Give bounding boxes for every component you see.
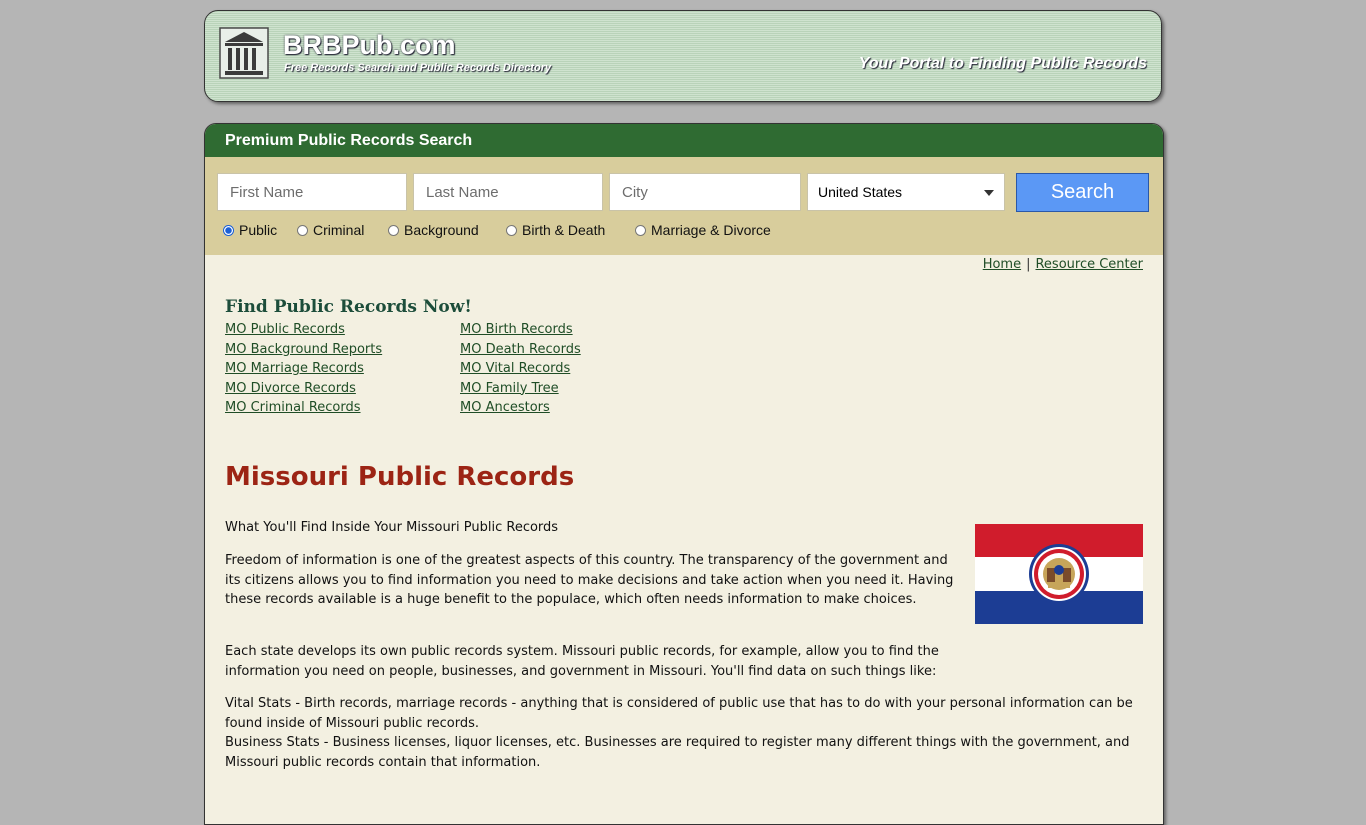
portal-slogan: Your Portal to Finding Public Records [858,55,1147,72]
search-button[interactable]: Search [1016,173,1149,212]
paragraph-vital-stats: Vital Stats - Birth records, marriage re… [225,696,1133,731]
radio-label: Birth & Death [522,222,606,238]
radio-label: Marriage & Divorce [651,222,771,238]
radio-label: Background [404,222,479,238]
country-select[interactable]: United States [807,173,1005,211]
radio-label: Criminal [313,222,365,238]
radio-dot-checked[interactable] [223,225,234,236]
link-mo-ancestors[interactable]: MO Ancestors [460,400,550,415]
top-nav-links: Home | Resource Center [983,257,1143,272]
intro-text: What You'll Find Inside Your Missouri Pu… [225,520,559,535]
paragraph-1: Freedom of information is one of the gre… [225,553,954,607]
radio-dot[interactable] [388,225,399,236]
link-mo-divorce-records[interactable]: MO Divorce Records [225,381,356,396]
paragraph-business-stats: Business Stats - Business licenses, liqu… [225,735,1130,770]
country-select-value: United States [818,184,903,200]
main-panel: Premium Public Records Search United Sta… [204,123,1164,825]
records-links-right: MO Birth Records MO Death Records MO Vit… [460,320,581,418]
radio-public[interactable]: Public [223,222,277,238]
link-mo-public-records[interactable]: MO Public Records [225,322,345,337]
radio-label: Public [239,222,278,238]
search-heading: Premium Public Records Search [205,124,1163,157]
brand-name[interactable]: BRBPub.com [283,30,456,61]
records-links-left: MO Public Records MO Background Reports … [225,320,382,418]
site-banner: BRBPub.com Free Records Search and Publi… [204,10,1162,102]
link-mo-marriage-records[interactable]: MO Marriage Records [225,361,364,376]
find-records-title: Find Public Records Now! [225,297,472,317]
link-mo-background-reports[interactable]: MO Background Reports [225,342,382,357]
search-form: United States Search Public Criminal Bac… [205,157,1163,255]
chevron-down-icon [984,190,994,196]
first-name-input[interactable] [217,173,407,211]
city-input[interactable] [609,173,801,211]
radio-marriage-divorce[interactable]: Marriage & Divorce [635,222,771,238]
resource-center-link[interactable]: Resource Center [1035,257,1143,272]
radio-dot[interactable] [635,225,646,236]
radio-dot[interactable] [506,225,517,236]
building-logo-icon[interactable] [219,27,269,79]
radio-birth-death[interactable]: Birth & Death [506,222,605,238]
missouri-flag-icon [975,524,1143,624]
link-mo-family-tree[interactable]: MO Family Tree [460,381,559,396]
brand-tagline: Free Records Search and Public Records D… [284,62,552,74]
home-link[interactable]: Home [983,257,1021,272]
page-title: Missouri Public Records [225,462,575,492]
last-name-input[interactable] [413,173,603,211]
link-mo-vital-records[interactable]: MO Vital Records [460,361,570,376]
nav-separator: | [1026,257,1031,272]
link-mo-criminal-records[interactable]: MO Criminal Records [225,400,361,415]
radio-background[interactable]: Background [388,222,479,238]
radio-dot[interactable] [297,225,308,236]
radio-criminal[interactable]: Criminal [297,222,364,238]
link-mo-birth-records[interactable]: MO Birth Records [460,322,573,337]
paragraph-2: Each state develops its own public recor… [225,644,939,679]
link-mo-death-records[interactable]: MO Death Records [460,342,581,357]
